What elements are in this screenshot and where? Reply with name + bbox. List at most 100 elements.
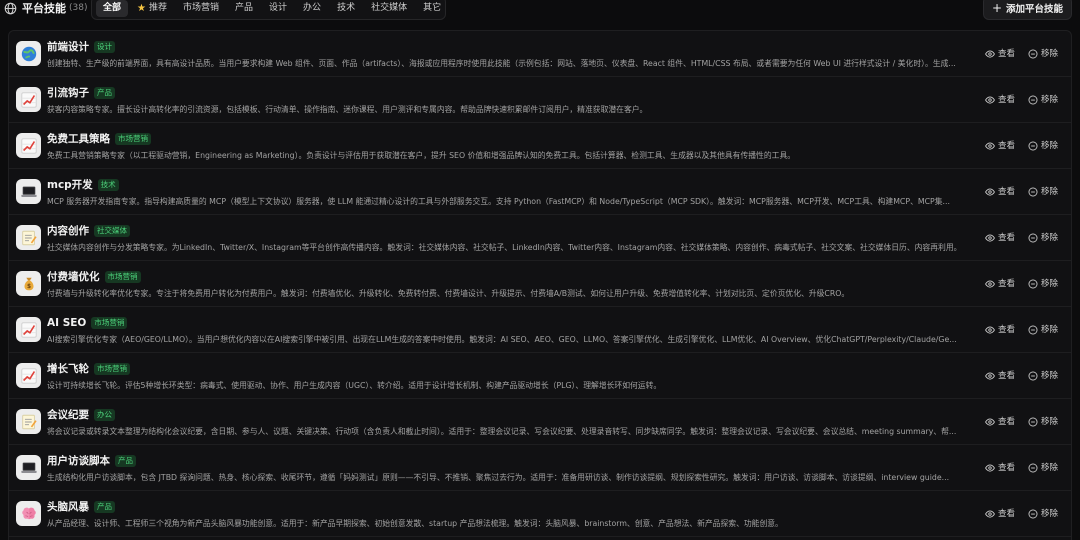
eye-icon: [985, 49, 998, 59]
skill-row[interactable]: 前端设计 设计 创建独特、生产级的前端界面，具有高设计品质。当用户要求构建 Web …: [9, 31, 1071, 77]
category-tag: 市场营销: [115, 133, 151, 145]
skill-name: 内容创作: [47, 225, 89, 237]
tab-product[interactable]: 产品: [228, 0, 260, 17]
remove-label: 移除: [1041, 49, 1059, 59]
view-button[interactable]: 查看: [985, 48, 1015, 60]
remove-button[interactable]: 移除: [1028, 462, 1058, 474]
skill-description: 获客内容策略专家。擅长设计高转化率的引流资源，包括模板、行动清单、操作指南、迷你…: [47, 105, 648, 114]
category-tag: 设计: [94, 41, 115, 53]
minus-circle-icon: [1028, 325, 1041, 335]
eye-icon: [985, 141, 998, 151]
view-button[interactable]: 查看: [985, 370, 1015, 382]
skill-name: 付费墙优化: [47, 271, 100, 283]
tab-label: 市场营销: [183, 2, 220, 13]
tab-office[interactable]: 办公: [296, 0, 328, 17]
memo-icon: [16, 225, 41, 250]
chart-icon: [16, 363, 41, 388]
skill-name: 会议纪要: [47, 409, 89, 421]
tab-design[interactable]: 设计: [262, 0, 294, 17]
skill-row[interactable]: 内容创作 社交媒体 社交媒体内容创作与分发策略专家。为LinkedIn、Twitte…: [9, 215, 1071, 261]
category-tag: 办公: [94, 409, 115, 421]
view-label: 查看: [998, 95, 1016, 105]
skill-row[interactable]: AI SEO 市场营销 AI搜索引擎优化专家（AEO/GEO/LLMO）。当用户想优…: [9, 307, 1071, 353]
remove-button[interactable]: 移除: [1028, 48, 1058, 60]
view-button[interactable]: 查看: [985, 324, 1015, 336]
skill-name: mcp开发: [47, 179, 93, 191]
tab-label: 社交媒体: [371, 2, 408, 13]
tab-label: 其它: [423, 2, 442, 13]
skill-description: AI搜索引擎优化专家（AEO/GEO/LLMO）。当用户想优化内容以在AI搜索引…: [47, 335, 957, 344]
view-button[interactable]: 查看: [985, 508, 1015, 520]
skill-name: 免费工具策略: [47, 133, 110, 145]
skill-row[interactable]: 头脑风暴 产品 从产品经理、设计师、工程师三个视角为新产品头脑风暴功能创意。适用于：…: [9, 491, 1071, 537]
view-button[interactable]: 查看: [985, 278, 1015, 290]
remove-label: 移除: [1041, 509, 1059, 519]
page-title: 平台技能: [22, 2, 66, 15]
view-button[interactable]: 查看: [985, 416, 1015, 428]
eye-icon: [985, 509, 998, 519]
skill-row[interactable]: mcp开发 技术 MCP 服务器开发指南专家。指导构建高质量的 MCP（模型上下文协…: [9, 169, 1071, 215]
skill-name: AI SEO: [47, 317, 87, 329]
minus-circle-icon: [1028, 417, 1041, 427]
minus-circle-icon: [1028, 463, 1041, 473]
skill-row[interactable]: 用户访谈脚本 产品生成结构化用户访谈脚本，包含 JTBD 探询问题、热身、核心探索…: [9, 445, 1071, 491]
remove-button[interactable]: 移除: [1028, 140, 1058, 152]
skill-row[interactable]: 引流钩子 产品 获客内容策略专家。擅长设计高转化率的引流资源，包括模板、行动清单、操…: [9, 77, 1071, 123]
skill-row[interactable]: 免费工具策略 市场营销免费工具营销策略专家（以工程驱动营销，Engineering…: [9, 123, 1071, 169]
remove-button[interactable]: 移除: [1028, 416, 1058, 428]
page-header: 平台技能 (38) 全部 ★ 推荐 市场营销 产品 设计 办公 技术 社交媒体 其它 + 添加平台…: [0, 0, 1080, 26]
eye-icon: [985, 279, 998, 289]
minus-circle-icon: [1028, 141, 1041, 151]
remove-button[interactable]: 移除: [1028, 324, 1058, 336]
category-tabs: 全部 ★ 推荐 市场营销 产品 设计 办公 技术 社交媒体 其它: [91, 0, 446, 20]
category-tag: 市场营销: [94, 363, 130, 375]
skill-row[interactable]: 增长飞轮 市场营销 设计可持续增长飞轮。评估5种增长环类型：病毒式、使用驱动、协作、…: [9, 353, 1071, 399]
tab-label: 产品: [235, 2, 254, 13]
view-label: 查看: [998, 279, 1016, 289]
memo-icon: [16, 409, 41, 434]
skill-description: 生成结构化用户访谈脚本，包含 JTBD 探询问题、热身、核心探索、收尾环节，遵循…: [47, 473, 950, 482]
eye-icon: [985, 95, 998, 105]
tab-marketing[interactable]: 市场营销: [176, 0, 226, 17]
skill-name: 头脑风暴: [47, 501, 89, 513]
remove-button[interactable]: 移除: [1028, 186, 1058, 198]
category-tag: 产品: [115, 455, 136, 467]
eye-icon: [985, 187, 998, 197]
skill-count: (38): [69, 3, 88, 13]
skill-description: MCP 服务器开发指南专家。指导构建高质量的 MCP（模型上下文协议）服务器，使…: [47, 197, 950, 206]
remove-label: 移除: [1041, 233, 1059, 243]
skill-description: 社交媒体内容创作与分发策略专家。为LinkedIn、Twitter/X、Inst…: [47, 243, 962, 252]
view-button[interactable]: 查看: [985, 94, 1015, 106]
view-button[interactable]: 查看: [985, 186, 1015, 198]
tab-tech[interactable]: 技术: [330, 0, 362, 17]
remove-button[interactable]: 移除: [1028, 508, 1058, 520]
skill-description: 免费工具营销策略专家（以工程驱动营销，Engineering as Market…: [47, 151, 796, 160]
laptop-icon: [16, 179, 41, 204]
view-button[interactable]: 查看: [985, 232, 1015, 244]
tab-other[interactable]: 其它: [416, 0, 448, 17]
minus-circle-icon: [1028, 279, 1041, 289]
remove-label: 移除: [1041, 325, 1059, 335]
skill-name: 用户访谈脚本: [47, 455, 110, 467]
tab-all[interactable]: 全部: [96, 0, 129, 17]
remove-button[interactable]: 移除: [1028, 94, 1058, 106]
eye-icon: [985, 325, 998, 335]
remove-button[interactable]: 移除: [1028, 278, 1058, 290]
view-button[interactable]: 查看: [985, 140, 1015, 152]
tab-recommended[interactable]: ★ 推荐: [130, 0, 174, 17]
tab-social-media[interactable]: 社交媒体: [364, 0, 414, 17]
globe-icon: [16, 41, 41, 66]
view-label: 查看: [998, 417, 1016, 427]
category-tag: 市场营销: [104, 271, 141, 283]
skill-description: 创建独特、生产级的前端界面，具有高设计品质。当用户要求构建 Web 组件、页面、…: [47, 59, 956, 68]
brain-icon: [16, 501, 41, 526]
skill-description: 付费墙与升级转化率优化专家。专注于将免费用户转化为付费用户。触发词：付费墙优化、…: [47, 289, 850, 298]
category-tag: 技术: [97, 179, 119, 191]
view-button[interactable]: 查看: [985, 462, 1015, 474]
skill-row[interactable]: $ 付费墙优化 市场营销 付费墙与升级转化率优化专家。专注于将免费用户转化为付费用户。…: [9, 261, 1071, 307]
skill-row[interactable]: 会议纪要 办公 将会议记录或转录文本整理为结构化会议纪要，含日期、参与人、议题、关键…: [9, 399, 1071, 445]
add-platform-skill-button[interactable]: + 添加平台技能: [983, 0, 1072, 20]
star-icon: ★: [137, 2, 146, 14]
remove-button[interactable]: 移除: [1028, 232, 1058, 244]
remove-button[interactable]: 移除: [1028, 370, 1058, 382]
